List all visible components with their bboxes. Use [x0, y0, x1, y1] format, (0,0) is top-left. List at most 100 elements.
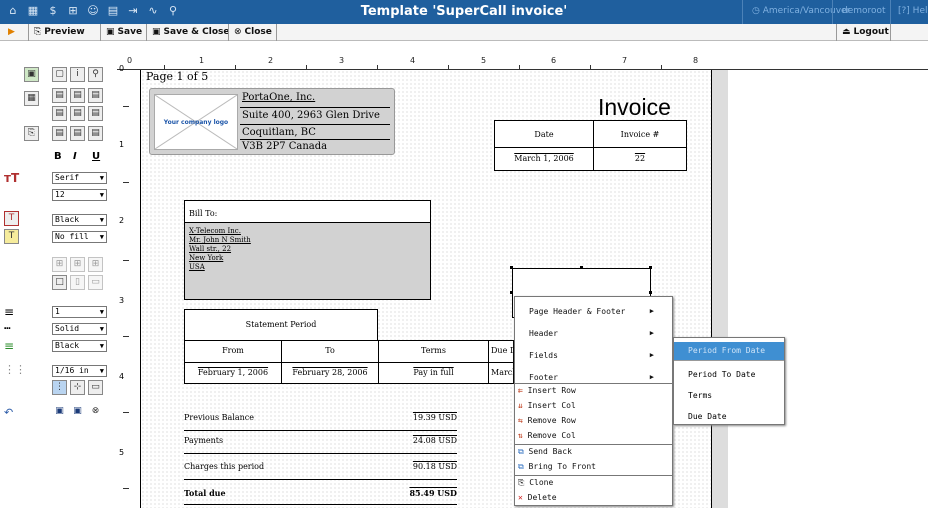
border-inner-icon[interactable]: ⊞ [70, 257, 85, 272]
align-bottom-right-icon[interactable]: ▤ [88, 126, 103, 141]
text-color-select[interactable]: Black ▼ [52, 214, 107, 226]
statement-period-table[interactable]: From To Terms Due Date February 1, 2006 … [184, 340, 514, 384]
from-value[interactable]: February 1, 2006 [185, 368, 281, 377]
save-button[interactable]: ▣ Save [106, 25, 142, 40]
border-vertical-icon[interactable]: ⊞ [88, 257, 103, 272]
total-due-row[interactable]: Total due 85.49 USD [184, 488, 457, 498]
resize-handle[interactable] [510, 291, 513, 294]
italic-button[interactable]: I [73, 151, 77, 162]
company-header-block[interactable]: Your company logo PortaOne, Inc. Suite 4… [149, 88, 395, 155]
menu-item-clone[interactable]: ⎘ Clone [515, 478, 672, 488]
bill-to-line[interactable]: Mr. John N Smith [189, 236, 251, 244]
charges-row[interactable]: Charges this period 90.18 USD [184, 462, 457, 471]
terms-value[interactable]: Pay in full [379, 368, 488, 377]
align-middle-right-icon[interactable]: ▤ [88, 106, 103, 121]
grid-size-select[interactable]: 1/16 in ▼ [52, 365, 107, 377]
submenu-item-period-to-date[interactable]: Period To Date [674, 366, 784, 384]
user-label[interactable]: demoroot [842, 6, 886, 16]
due-date-value[interactable]: March 15, 2006 [491, 368, 513, 377]
fill-color-select[interactable]: No fill ▼ [52, 231, 107, 243]
menu-item-insert-col[interactable]: ⇊ Insert Col [515, 401, 672, 410]
border-none-icon[interactable]: ⊞ [52, 257, 67, 272]
menu-item-insert-row[interactable]: ⇇ Insert Row [515, 386, 672, 395]
align-middle-left-icon[interactable]: ▤ [52, 106, 67, 121]
submenu-item-terms[interactable]: Terms [674, 387, 784, 405]
resize-handle[interactable] [580, 266, 583, 269]
menu-item-bring-front[interactable]: ⧉ Bring To Front [515, 462, 672, 472]
align-top-left-icon[interactable]: ▤ [52, 88, 67, 103]
snap-grid-icon[interactable]: ⊹ [70, 380, 85, 395]
align-top-center-icon[interactable]: ▤ [70, 88, 85, 103]
info-tool-icon[interactable]: i [70, 67, 85, 82]
statement-period-title[interactable]: Statement Period [184, 309, 378, 341]
grid-settings-icon[interactable]: ▭ [88, 380, 103, 395]
save-close-icon[interactable]: ▣ [70, 405, 85, 420]
resize-handle[interactable] [649, 291, 652, 294]
page-tool-icon[interactable]: ⎘ [24, 126, 39, 141]
menu-item-page-header-footer[interactable]: Page Header & Footer ▶ [515, 307, 672, 316]
text-color-icon[interactable]: T [4, 211, 19, 226]
border-left-icon[interactable]: ▯ [70, 275, 85, 290]
bold-button[interactable]: B [54, 151, 62, 162]
canvas-margin [712, 70, 728, 508]
save-icon[interactable]: ▣ [52, 405, 67, 420]
image-tool-icon[interactable]: ▣ [24, 67, 39, 82]
bill-to-block[interactable]: Bill To: X-Telecom Inc. Mr. John N Smith… [184, 200, 431, 300]
previous-balance-row[interactable]: Previous Balance 19.39 USD [184, 413, 457, 422]
undo-icon[interactable]: ↶ [4, 406, 13, 419]
line-width-value: 1 [55, 307, 60, 316]
zoom-tool-icon[interactable]: ⚲ [88, 67, 103, 82]
menu-item-remove-row[interactable]: ⇆ Remove Row [515, 416, 672, 425]
line-style-select[interactable]: Solid ▼ [52, 323, 107, 335]
invoice-number-value[interactable]: 22 [594, 154, 686, 163]
company-address-line[interactable]: V3B 2P7 Canada [242, 141, 327, 152]
border-horizontal-icon[interactable]: ▭ [88, 275, 103, 290]
company-address-line[interactable]: Coquitlam, BC [242, 127, 316, 138]
menu-item-footer[interactable]: Footer ▶ [515, 373, 672, 382]
show-grid-icon[interactable]: ⋮ [52, 380, 67, 395]
align-bottom-center-icon[interactable]: ▤ [70, 126, 85, 141]
company-name[interactable]: PortaOne, Inc. [242, 92, 315, 103]
menu-item-delete[interactable]: ✕ Delete [515, 493, 672, 502]
menu-item-send-back[interactable]: ⧉ Send Back [515, 447, 672, 457]
date-value[interactable]: March 1, 2006 [495, 154, 593, 163]
field-tool-icon[interactable]: ▢ [52, 67, 67, 82]
bill-to-line[interactable]: X-Telecom Inc. [189, 227, 241, 235]
logout-button[interactable]: ⏏ Logout [842, 25, 889, 40]
resize-handle[interactable] [510, 266, 513, 269]
bill-to-line[interactable]: USA [189, 263, 205, 271]
underline-button[interactable]: U [92, 151, 100, 162]
resize-handle[interactable] [649, 266, 652, 269]
menu-item-fields[interactable]: Fields ▶ [515, 351, 672, 360]
save-close-button[interactable]: ▣ Save & Close [152, 25, 230, 40]
expand-arrow-icon[interactable]: ▶ [8, 25, 15, 40]
bill-to-line[interactable]: New York [189, 254, 223, 262]
table-tool-icon[interactable]: ▦ [24, 91, 39, 106]
help-link[interactable]: [?] Help [898, 6, 928, 16]
border-outer-icon[interactable]: □ [52, 275, 67, 290]
text-tool-icon[interactable]: тT [4, 171, 19, 185]
payments-row[interactable]: Payments 24.08 USD [184, 436, 457, 445]
bill-to-line[interactable]: Wall str., 22 [189, 245, 231, 253]
fill-color-icon[interactable]: T [4, 229, 19, 244]
menu-item-remove-col[interactable]: ⇅ Remove Col [515, 431, 672, 440]
invoice-heading[interactable]: Invoice [598, 94, 671, 121]
font-family-select[interactable]: Serif ▼ [52, 172, 107, 184]
line-width-select[interactable]: 1 ▼ [52, 306, 107, 318]
submenu-item-due-date[interactable]: Due Date [674, 408, 784, 426]
align-middle-center-icon[interactable]: ▤ [70, 106, 85, 121]
submenu-item-period-from-date[interactable]: Period From Date [674, 342, 784, 360]
timezone-label[interactable]: ◷ America/Vancouver [752, 6, 850, 16]
line-color-select[interactable]: Black ▼ [52, 340, 107, 352]
invoice-info-table[interactable]: Date Invoice # March 1, 2006 22 [494, 120, 687, 171]
align-bottom-left-icon[interactable]: ▤ [52, 126, 67, 141]
close-button[interactable]: ⊗ Close [234, 25, 272, 40]
to-value[interactable]: February 28, 2006 [282, 368, 378, 377]
company-logo[interactable]: Your company logo [154, 94, 238, 150]
align-top-right-icon[interactable]: ▤ [88, 88, 103, 103]
font-size-select[interactable]: 12 ▼ [52, 189, 107, 201]
menu-item-header[interactable]: Header ▶ [515, 329, 672, 338]
close-circle-icon[interactable]: ⊗ [88, 405, 103, 420]
preview-button[interactable]: ⎘ Preview [34, 25, 85, 40]
company-address-line[interactable]: Suite 400, 2963 Glen Drive [242, 110, 380, 121]
